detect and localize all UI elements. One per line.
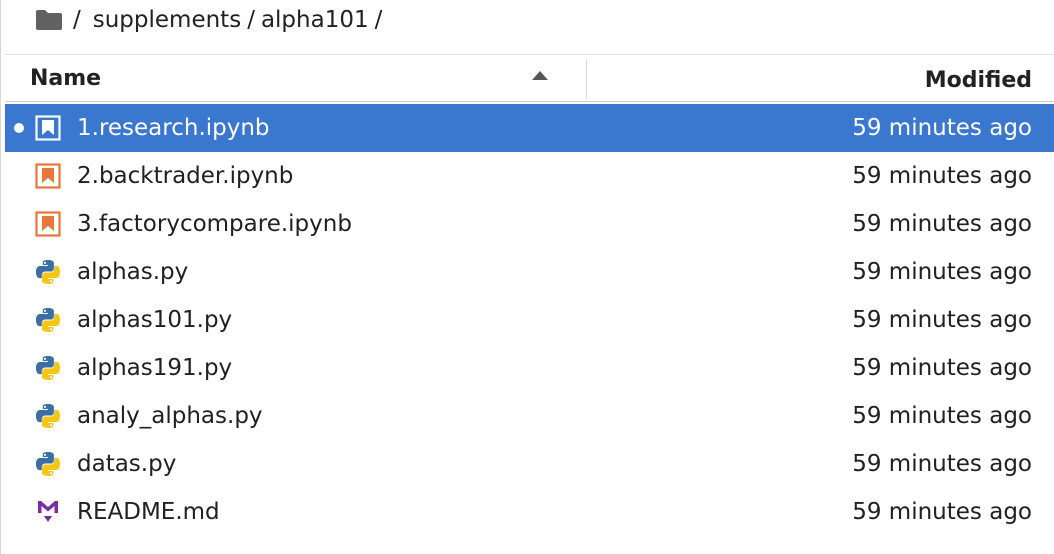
file-modified-time: 59 minutes ago [852,307,1032,333]
file-name: 3.factorycompare.ipynb [77,211,352,237]
file-row[interactable]: analy_alphas.py 59 minutes ago [5,392,1054,440]
file-modified-time: 59 minutes ago [852,211,1032,237]
python-icon [35,355,61,381]
file-row[interactable]: datas.py 59 minutes ago [5,440,1054,488]
file-name: 2.backtrader.ipynb [77,163,294,189]
name-column-header[interactable]: Name [5,55,585,101]
notebook-icon [35,211,61,237]
breadcrumb-separator: / [73,7,81,33]
python-icon [35,403,61,429]
file-list-header: Name Modified [5,54,1054,102]
name-column-label: Name [30,65,102,91]
breadcrumb-separator: / [374,7,383,33]
file-row[interactable]: alphas191.py 59 minutes ago [5,344,1054,392]
file-name: alphas101.py [77,307,233,333]
file-name: alphas191.py [77,355,233,381]
file-browser-panel: / supplements / alpha101 / Name Modified… [0,0,1054,554]
sort-ascending-icon[interactable] [532,71,548,80]
file-modified-time: 59 minutes ago [852,355,1032,381]
file-modified-time: 59 minutes ago [852,451,1032,477]
file-name: datas.py [77,451,177,477]
file-modified-time: 59 minutes ago [852,163,1032,189]
file-list: 1.research.ipynb 59 minutes ago 2.backtrad… [5,104,1054,536]
notebook-icon [35,163,61,189]
notebook-icon [35,115,61,141]
folder-icon[interactable] [35,9,63,31]
file-name: 1.research.ipynb [77,115,270,141]
file-row[interactable]: 2.backtrader.ipynb 59 minutes ago [5,152,1054,200]
python-icon [35,451,61,477]
breadcrumb-segment-supplements[interactable]: supplements [93,7,241,33]
file-row[interactable]: alphas101.py 59 minutes ago [5,296,1054,344]
breadcrumb-separator: / [247,7,255,33]
file-row[interactable]: 3.factorycompare.ipynb 59 minutes ago [5,200,1054,248]
modified-column-header[interactable]: Modified [925,55,1032,105]
markdown-icon [35,499,61,525]
running-indicator-icon [14,123,24,133]
file-modified-time: 59 minutes ago [852,499,1032,525]
python-icon [35,259,61,285]
file-name: README.md [77,499,220,525]
file-modified-time: 59 minutes ago [852,403,1032,429]
modified-column-label: Modified [924,67,1032,93]
file-row[interactable]: alphas.py 59 minutes ago [5,248,1054,296]
file-modified-time: 59 minutes ago [852,259,1032,285]
file-row[interactable]: 1.research.ipynb 59 minutes ago [5,104,1054,152]
python-icon [35,307,61,333]
breadcrumb-segment-alpha101[interactable]: alpha101 [261,7,369,33]
breadcrumb: / supplements / alpha101 / [35,0,388,40]
file-name: analy_alphas.py [77,403,263,429]
file-modified-time: 59 minutes ago [852,115,1032,141]
column-resize-handle[interactable] [586,59,587,99]
file-row[interactable]: README.md 59 minutes ago [5,488,1054,536]
file-name: alphas.py [77,259,189,285]
